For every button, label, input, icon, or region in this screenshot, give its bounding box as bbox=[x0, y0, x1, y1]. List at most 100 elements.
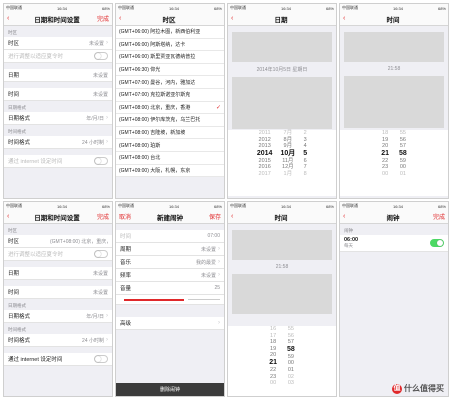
cancel-button[interactable]: 取消 bbox=[119, 212, 131, 221]
chevron-right-icon: › bbox=[218, 320, 220, 326]
screen-alarm: 中国联通 16:34 68% ‹ 闹钟 完成 闹钟 06:00 每天 值什么值得买 bbox=[339, 201, 449, 397]
timezone-item[interactable]: (GMT+08:00) 台北 bbox=[116, 151, 224, 165]
year-wheel[interactable]: 2011 2012 2013 2014 2015 2016 2017 bbox=[257, 130, 273, 196]
placeholder-block bbox=[232, 77, 332, 129]
timezone-item[interactable]: (GMT+06:00) 阿斯塔纳，达卡 bbox=[116, 38, 224, 52]
placeholder-block bbox=[344, 32, 444, 62]
timezone-row[interactable]: 时区(GMT+08:00) 北京，重庆，香港 bbox=[4, 235, 112, 248]
date-row[interactable]: 日期 未设置 bbox=[4, 267, 112, 280]
page-title: 新建闹钟 bbox=[157, 214, 183, 222]
volume-slider[interactable] bbox=[124, 298, 184, 301]
delete-alarm-button[interactable]: 删除闹钟 bbox=[116, 383, 224, 396]
status-bar: 中国联通 16:34 68% bbox=[228, 202, 336, 210]
timezone-item[interactable]: (GMT+08:00) 吉隆坡，新加坡 bbox=[116, 126, 224, 140]
time-format-row[interactable]: 时间格式 24 小时制 › bbox=[4, 136, 112, 149]
section-header: 时区 bbox=[8, 228, 17, 233]
internet-time-row: 通过 internet 设定时间 bbox=[4, 353, 112, 366]
timezone-item[interactable]: (GMT+06:00) 斯里贾亚瓦德纳普拉 bbox=[116, 51, 224, 64]
nav-bar: ‹ 时间 bbox=[228, 210, 336, 224]
date-picker[interactable]: 2011 2012 2013 2014 2015 2016 2017 7月 8月 9月 10月 11… bbox=[228, 130, 336, 196]
page-title: 时间 bbox=[386, 16, 400, 24]
screen-datetime-settings-2: 中国联通 16:34 68% ‹ 日期和时间设置 完成 时区 时区 (GMT+08:00)… bbox=[3, 201, 113, 397]
time-row[interactable]: 时间 未设置 bbox=[4, 88, 112, 101]
timezone-row[interactable]: 时区 未设置 › bbox=[4, 37, 112, 50]
nav-bar: ‹ 日期 bbox=[228, 12, 336, 26]
timezone-item[interactable]: (GMT+09:00) 大阪，札幌，东京 bbox=[116, 164, 224, 178]
date-row[interactable]: 日期 未设置 bbox=[4, 69, 112, 82]
done-button[interactable]: 完成 bbox=[97, 14, 109, 23]
logo-icon: 值 bbox=[392, 383, 402, 394]
back-icon[interactable]: ‹ bbox=[231, 15, 241, 22]
battery: 68% bbox=[101, 5, 110, 11]
timezone-item[interactable]: (GMT+07:00) 曼谷，河内，雅加达 bbox=[116, 76, 224, 89]
timezone-item-selected[interactable]: (GMT+08:00) 北京，重庆，香港 ✓ bbox=[116, 101, 224, 115]
status-bar: 中国联通 16:34 68% bbox=[4, 4, 112, 12]
status-bar: 中国联通 16:34 68% bbox=[116, 4, 224, 12]
section-header: 时区 bbox=[8, 30, 17, 35]
advanced-row[interactable]: 高级 › bbox=[116, 317, 224, 330]
timezone-item[interactable]: (GMT+08:00) 伊尔库茨克，乌兰巴托 bbox=[116, 114, 224, 127]
hour-wheel[interactable]: 16 17 18 19 20 21 22 23 00 bbox=[269, 326, 277, 396]
chevron-right-icon: › bbox=[218, 259, 220, 265]
minute-wheel[interactable]: 55 56 57 58 59 00 01 bbox=[399, 130, 407, 196]
back-icon[interactable]: ‹ bbox=[119, 15, 129, 22]
timezone-item[interactable]: (GMT+06:30) 仰光 bbox=[116, 63, 224, 77]
screen-time-2: 中国联通 16:34 68% ‹ 时间 21:58 16 17 18 19 20 21 22 23 0… bbox=[227, 201, 337, 397]
repeat-row[interactable]: 周期 未设置 › bbox=[116, 243, 224, 256]
timezone-list: (GMT+06:00) 阿拉木图，新西伯利亚 (GMT+06:00) 阿斯塔纳，… bbox=[116, 26, 224, 178]
month-wheel[interactable]: 7月 8月 9月 10月 11月 12月 1月 bbox=[280, 130, 295, 196]
chevron-right-icon: › bbox=[218, 272, 220, 278]
section-header: 闹钟 bbox=[344, 228, 353, 233]
status-bar: 中国联通 16:34 68% bbox=[340, 202, 448, 210]
done-button[interactable]: 完成 bbox=[433, 212, 445, 221]
date-format-row[interactable]: 日期格式 年/月/日 › bbox=[4, 310, 112, 323]
selected-time-text: 21:58 bbox=[387, 66, 401, 72]
music-row[interactable]: 音乐 我的最爱 › bbox=[116, 256, 224, 269]
alarm-toggle[interactable] bbox=[430, 239, 444, 247]
back-icon[interactable]: ‹ bbox=[343, 213, 353, 220]
section-header: 日期格式 bbox=[8, 105, 26, 110]
back-icon[interactable]: ‹ bbox=[231, 213, 241, 220]
time-picker[interactable]: 18 19 20 21 22 23 00 55 56 57 58 59 00 01 bbox=[340, 130, 448, 196]
chevron-right-icon: › bbox=[106, 313, 108, 319]
screen-date: 中国联通 16:34 68% ‹ 日期 2014年10月5日 星期日 2011 2012… bbox=[227, 3, 337, 199]
status-bar: 中国联通 16:34 68% bbox=[228, 4, 336, 12]
date-format-row[interactable]: 日期格式 年/月/日 › bbox=[4, 112, 112, 125]
volume-slider-row bbox=[116, 295, 224, 305]
back-icon[interactable]: ‹ bbox=[7, 15, 17, 22]
alarm-time-row[interactable]: 时间 07:00 bbox=[116, 230, 224, 243]
placeholder-block bbox=[232, 230, 332, 260]
time-row[interactable]: 时间 未设置 bbox=[4, 286, 112, 299]
nav-bar: ‹ 日期和时间设置 完成 bbox=[4, 12, 112, 26]
dst-toggle[interactable] bbox=[94, 250, 108, 258]
checkmark-icon: ✓ bbox=[215, 104, 221, 111]
nav-bar: ‹ 时间 bbox=[340, 12, 448, 26]
page-title: 日期和时间设置 bbox=[34, 214, 80, 222]
hour-wheel[interactable]: 18 19 20 21 22 23 00 bbox=[381, 130, 389, 196]
day-wheel[interactable]: 2345678 bbox=[303, 130, 307, 196]
back-icon[interactable]: ‹ bbox=[7, 213, 17, 220]
screen-datetime-settings: 中国联通 16:34 68% ‹ 日期和时间设置 完成 时区 时区 未设置 › 进行调整以适… bbox=[3, 3, 113, 199]
minute-wheel[interactable]: 55 56 57 58 59 00 01 02 03 bbox=[287, 326, 295, 396]
done-button[interactable]: 完成 bbox=[97, 212, 109, 221]
screen-time: 中国联通 16:34 68% ‹ 时间 21:58 18 19 20 21 22 23 00 55… bbox=[339, 3, 449, 199]
section-header: 时间格式 bbox=[8, 129, 26, 134]
watermark: 值什么值得买 bbox=[392, 383, 444, 394]
dst-toggle[interactable] bbox=[94, 52, 108, 60]
timezone-item[interactable]: (GMT+06:00) 阿拉木图，新西伯利亚 bbox=[116, 26, 224, 39]
alarm-item[interactable]: 06:00 每天 bbox=[340, 235, 448, 252]
save-button[interactable]: 保存 bbox=[209, 212, 221, 221]
timezone-item[interactable]: (GMT+07:00) 克拉斯诺亚尔斯克 bbox=[116, 88, 224, 102]
internet-time-toggle[interactable] bbox=[94, 355, 108, 363]
page-title: 日期 bbox=[274, 16, 288, 24]
time-picker[interactable]: 16 17 18 19 20 21 22 23 00 55 56 57 58 59 00 01 02 03 bbox=[228, 326, 336, 396]
chevron-right-icon: › bbox=[218, 246, 220, 252]
page-title: 闹钟 bbox=[386, 214, 400, 222]
frequency-row[interactable]: 频率 未设置 › bbox=[116, 269, 224, 282]
screen-new-alarm: 中国联通 16:34 68% 取消 新建闹钟 保存 时间 07:00 周期 未设置 › 音乐我… bbox=[115, 201, 225, 397]
back-icon[interactable]: ‹ bbox=[343, 15, 353, 22]
timezone-item[interactable]: (GMT+08:00) 珀斯 bbox=[116, 139, 224, 152]
internet-time-toggle[interactable] bbox=[94, 157, 108, 165]
time-format-row[interactable]: 时间格式 24 小时制 › bbox=[4, 334, 112, 347]
nav-bar: 取消 新建闹钟 保存 bbox=[116, 210, 224, 224]
